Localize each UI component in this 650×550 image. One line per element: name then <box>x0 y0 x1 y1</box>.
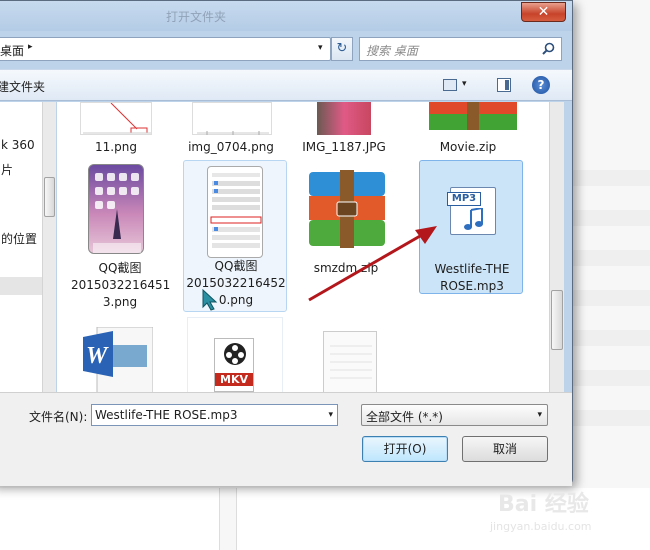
search-placeholder: 搜索 桌面 <box>366 44 418 58</box>
refresh-icon[interactable]: ↻ <box>331 37 353 61</box>
chevron-right-icon[interactable]: ▸ <box>28 42 33 52</box>
chevron-down-icon[interactable]: ▾ <box>318 43 323 53</box>
file-name-line: QQ截图 <box>214 259 258 273</box>
screenshot-thumbnail <box>88 164 144 254</box>
open-button[interactable]: 打开(O) <box>362 436 448 462</box>
preview-pane-icon[interactable] <box>497 78 511 92</box>
file-name: IMG_1187.JPG <box>302 140 386 154</box>
file-name: img_0704.png <box>188 140 274 154</box>
toolbar: 建文件夹 ▾ ? <box>0 69 572 101</box>
bg-row <box>573 410 650 426</box>
bg-row <box>573 290 650 306</box>
address-row: 桌面 ▸ ▾ ↻ 搜索 桌面 <box>0 37 572 63</box>
scroll-thumb[interactable] <box>44 177 55 217</box>
nav-item[interactable]: 的位置 <box>1 230 37 247</box>
nav-scrollbar[interactable] <box>42 102 56 392</box>
chevron-down-icon[interactable]: ▾ <box>328 410 333 420</box>
nav-selected-row[interactable] <box>0 277 43 295</box>
file-item[interactable]: img_0704.png <box>182 102 280 160</box>
mp3-file-icon: MP3 <box>447 187 496 235</box>
address-location[interactable]: 桌面 <box>0 42 24 59</box>
new-folder-button[interactable]: 建文件夹 <box>0 78 45 95</box>
file-name-line: 0.png <box>218 293 254 307</box>
file-list-scrollbar[interactable] <box>549 102 564 392</box>
filename-input[interactable]: Westlife-THE ROSE.mp3 ▾ <box>91 404 338 426</box>
file-item[interactable]: QQ截图 2015032216451 3.png <box>71 162 171 312</box>
bg-row <box>573 330 650 346</box>
zip-archive-icon <box>429 102 517 132</box>
svg-text:W: W <box>86 343 109 369</box>
generic-file-icon <box>323 331 377 392</box>
cancel-button[interactable]: 取消 <box>462 436 548 462</box>
file-item[interactable]: QQ截图 2015032216452 0.png <box>183 160 287 312</box>
watermark-url: jingyan.baidu.com <box>490 520 592 533</box>
filetype-value: 全部文件 (*.*) <box>366 410 443 424</box>
bg-panel-left <box>0 488 220 550</box>
word-document-icon: W <box>83 326 154 392</box>
file-name-line: 3.png <box>102 295 138 309</box>
mkv-label: MKV <box>215 373 253 386</box>
photo-thumbnail <box>317 102 371 135</box>
filename-value[interactable]: Westlife-THE ROSE.mp3 <box>95 408 238 422</box>
navigation-pane: k 360 片 的位置 <box>0 102 43 392</box>
window-title: 打开文件夹 <box>166 10 227 24</box>
file-item[interactable] <box>307 317 405 392</box>
file-name-line: 2015032216452 <box>186 276 286 290</box>
chevron-down-icon[interactable]: ▾ <box>462 79 467 89</box>
search-icon[interactable] <box>542 42 555 59</box>
annotation-arrow <box>308 226 437 302</box>
file-item[interactable]: W <box>71 317 169 392</box>
mkv-file-icon: MKV <box>214 338 254 392</box>
file-item[interactable]: Movie.zip <box>419 102 517 160</box>
address-bar[interactable]: 桌面 ▸ ▾ <box>0 37 331 61</box>
file-list: 11.png img_0704.png IMG_1187.JPG Movie.z… <box>57 102 549 392</box>
image-thumbnail <box>80 102 152 135</box>
screenshot-thumbnail <box>207 166 263 258</box>
open-file-dialog: 打开文件夹 ✕ 桌面 ▸ ▾ ↻ 搜索 桌面 建文件夹 ▾ ? k 360 片 … <box>0 0 573 486</box>
file-name: 11.png <box>95 140 137 154</box>
title-bar[interactable]: 打开文件夹 ✕ <box>0 1 572 31</box>
help-icon[interactable]: ? <box>532 76 550 94</box>
filename-label: 文件名(N): <box>29 410 88 424</box>
mouse-cursor-icon <box>202 289 218 311</box>
file-name-line: QQ截图 <box>98 261 142 275</box>
chevron-down-icon[interactable]: ▾ <box>537 410 542 420</box>
bg-row <box>573 170 650 186</box>
mp3-badge: MP3 <box>447 192 481 206</box>
file-item[interactable]: MKV <box>187 317 283 392</box>
search-input[interactable]: 搜索 桌面 <box>359 37 562 61</box>
bg-row <box>573 250 650 266</box>
image-thumbnail <box>192 102 272 135</box>
close-button[interactable]: ✕ <box>521 2 566 22</box>
filetype-select[interactable]: 全部文件 (*.*) ▾ <box>361 404 548 426</box>
watermark-logo: Bai 经验 <box>498 492 589 517</box>
film-reel-icon <box>224 343 246 365</box>
file-item[interactable]: IMG_1187.JPG <box>295 102 393 160</box>
bg-row <box>573 210 650 226</box>
scroll-thumb[interactable] <box>551 290 563 350</box>
file-item[interactable]: 11.png <box>67 102 165 160</box>
file-name-line: 2015032216451 <box>71 278 171 292</box>
nav-item[interactable]: 片 <box>1 161 13 178</box>
music-note-icon <box>464 208 483 230</box>
dialog-footer: 文件名(N): Westlife-THE ROSE.mp3 ▾ 全部文件 (*.… <box>0 392 572 486</box>
file-name: Movie.zip <box>439 140 497 154</box>
bg-row <box>573 370 650 386</box>
view-icon[interactable] <box>443 79 457 91</box>
nav-item[interactable]: k 360 <box>1 138 35 152</box>
